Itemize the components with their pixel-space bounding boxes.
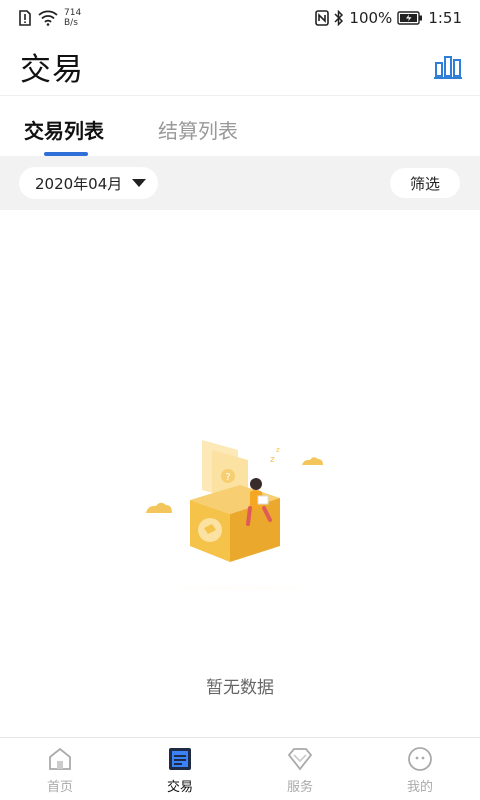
nav-transaction[interactable]: 交易 xyxy=(120,738,240,800)
battery-percent: 100% xyxy=(349,9,393,27)
svg-text:z: z xyxy=(270,455,275,465)
tab-transaction-list[interactable]: 交易列表 xyxy=(24,100,104,156)
empty-state-message: 暂无数据 xyxy=(206,678,274,698)
tab-transaction-list-label: 交易列表 xyxy=(24,119,104,143)
nav-transaction-label: 交易 xyxy=(166,780,193,795)
profile-icon xyxy=(408,747,432,771)
alert-sim-icon xyxy=(19,10,31,26)
svg-text:z: z xyxy=(276,446,280,454)
bluetooth-icon xyxy=(334,10,344,26)
bar-chart-icon[interactable] xyxy=(434,54,462,80)
battery-icon xyxy=(397,11,423,25)
nfc-icon xyxy=(315,10,330,26)
nav-home[interactable]: 首页 xyxy=(0,738,120,800)
nav-service[interactable]: 服务 xyxy=(240,738,360,800)
nav-home-label: 首页 xyxy=(46,780,73,795)
nav-profile-label: 我的 xyxy=(406,780,433,795)
page-title: 交易 xyxy=(20,52,84,88)
date-selector[interactable]: 2020年04月 xyxy=(19,167,159,199)
bottom-navigation: 首页 交易 服务 我的 xyxy=(0,737,480,800)
network-speed: 714 B/s xyxy=(64,8,81,28)
transaction-list-area: ? z z 暂无数据 xyxy=(0,210,480,737)
svg-text:?: ? xyxy=(225,472,230,483)
tab-settlement-list[interactable]: 结算列表 xyxy=(158,100,238,156)
status-bar: 714 B/s 100% 1:51 xyxy=(0,0,480,36)
transaction-icon xyxy=(169,748,191,770)
wifi-icon xyxy=(38,10,58,26)
caret-down-icon xyxy=(132,179,147,187)
filter-button-label: 筛选 xyxy=(409,174,440,193)
clock: 1:51 xyxy=(428,9,462,27)
network-speed-unit: B/s xyxy=(64,18,78,28)
app-header: 交易 xyxy=(0,38,480,96)
date-selector-value: 2020年04月 xyxy=(35,174,123,193)
network-speed-value: 714 xyxy=(64,8,82,18)
diamond-icon xyxy=(287,748,313,771)
tab-bar: 交易列表 结算列表 xyxy=(0,100,480,156)
status-right: 100% 1:51 xyxy=(315,9,462,27)
status-left: 714 B/s xyxy=(18,8,81,28)
filter-bar: 2020年04月 筛选 xyxy=(0,156,480,210)
nav-service-label: 服务 xyxy=(286,780,313,795)
empty-box-illustration: ? z z xyxy=(115,440,365,590)
home-icon xyxy=(49,747,71,770)
tab-settlement-list-label: 结算列表 xyxy=(158,119,238,143)
filter-button[interactable]: 筛选 xyxy=(390,168,460,198)
nav-profile[interactable]: 我的 xyxy=(360,738,480,800)
